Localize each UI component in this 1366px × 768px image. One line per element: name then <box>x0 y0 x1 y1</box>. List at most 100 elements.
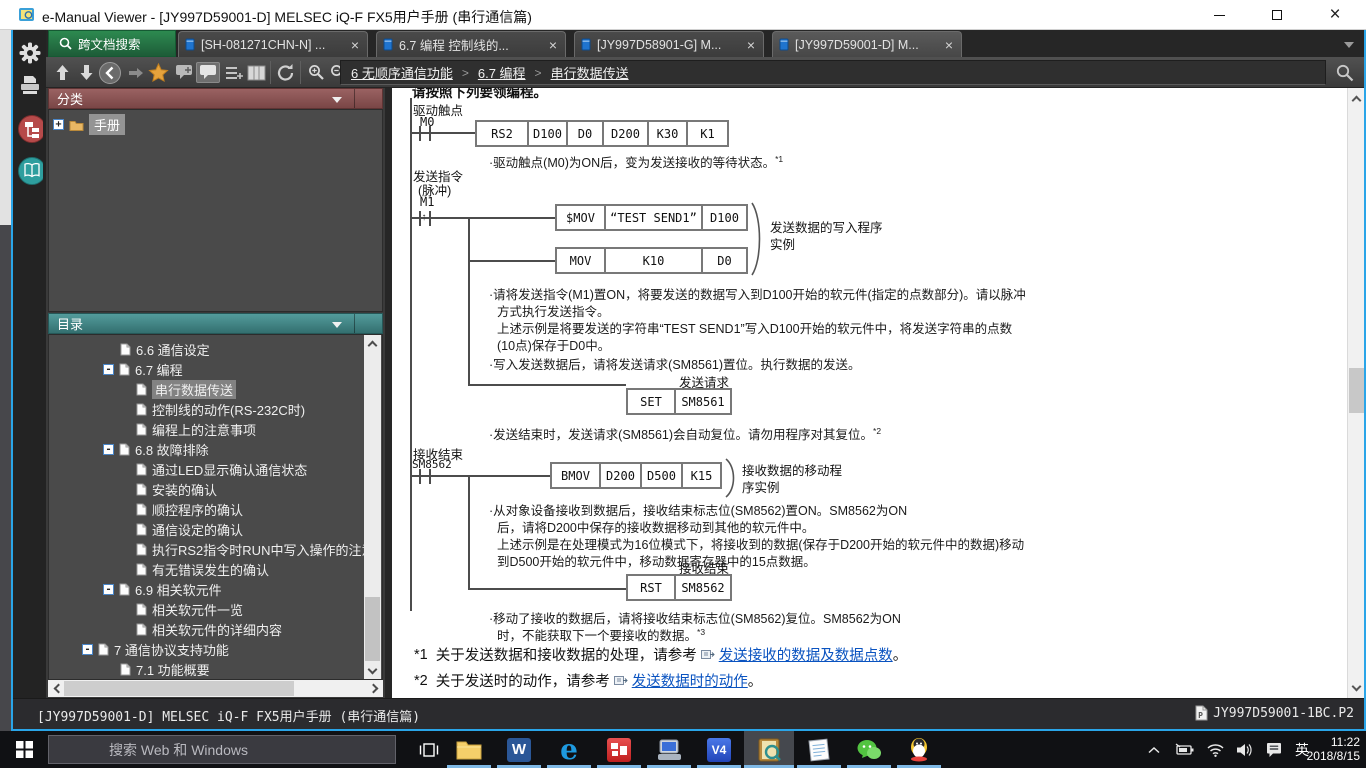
tab-list-dropdown-icon[interactable] <box>1344 42 1354 48</box>
reference-icon <box>614 675 628 686</box>
toc-panel-header[interactable]: 目录 <box>48 313 383 334</box>
toc-item[interactable]: 编程上的注意事项 <box>49 419 382 439</box>
toc-item[interactable]: 通信设定的确认 <box>49 519 382 539</box>
close-tab-icon[interactable]: × <box>745 37 757 53</box>
toc-item[interactable]: -6.9 相关软元件 <box>49 579 382 599</box>
taskbar-file-explorer[interactable] <box>444 731 494 768</box>
toc-item[interactable]: 7.1 功能概要 <box>49 659 382 679</box>
close-tab-icon[interactable]: × <box>349 37 361 53</box>
add-favorite-icon[interactable] <box>146 62 170 83</box>
collapse-toggle[interactable]: - <box>103 584 114 595</box>
taskbar-word[interactable]: W <box>494 731 544 768</box>
taskbar-v4-tool[interactable]: V4 <box>694 731 744 768</box>
expand-toggle[interactable]: + <box>53 119 64 130</box>
taskbar-clock[interactable]: 11:22 2018/8/15 <box>1298 735 1360 763</box>
settings-gear-icon[interactable] <box>17 40 43 66</box>
breadcrumb-section[interactable]: 6.7 编程 <box>478 63 526 82</box>
toc-item-selected[interactable]: 串行数据传送 <box>49 379 382 399</box>
maximize-button[interactable] <box>1254 0 1300 30</box>
toc-item[interactable]: 6.6 通信设定 <box>49 339 382 359</box>
taskbar-fax-viewer[interactable] <box>644 731 694 768</box>
scroll-down-icon[interactable] <box>364 662 381 679</box>
refresh-icon[interactable] <box>274 62 298 83</box>
back-icon[interactable] <box>98 62 122 83</box>
taskbar-e-manual-viewer-active[interactable] <box>744 731 794 768</box>
action-center-icon[interactable] <box>1261 731 1287 768</box>
taskbar-qq[interactable] <box>894 731 944 768</box>
sidebar-splitter[interactable] <box>385 88 392 698</box>
toc-item[interactable]: 顺控程序的确认 <box>49 499 382 519</box>
hidden-icons-chevron[interactable] <box>1142 731 1166 768</box>
add-comment-icon[interactable] <box>172 62 196 83</box>
breadcrumb-chapter[interactable]: 6 无顺序通信功能 <box>351 63 453 82</box>
footnote-link[interactable]: 发送接收的数据及数据点数 <box>719 644 893 665</box>
page-down-icon[interactable] <box>74 62 98 83</box>
toc-item[interactable]: 有无错误发生的确认 <box>49 559 382 579</box>
rung1-contact-name: M0 <box>420 115 434 129</box>
toc-item[interactable]: 安装的确认 <box>49 479 382 499</box>
taskbar-notepad[interactable] <box>794 731 844 768</box>
collapse-caret-icon[interactable] <box>332 97 342 103</box>
tab-document-1[interactable]: [SH-081271CHN-N] ... × <box>178 31 368 57</box>
print-icon[interactable] <box>17 72 43 98</box>
toc-item[interactable]: 通过LED显示确认通信状态 <box>49 459 382 479</box>
close-button[interactable]: × <box>1312 0 1358 30</box>
tab-document-3[interactable]: [JY997D58901-G] M... × <box>574 31 764 57</box>
volume-icon[interactable] <box>1231 731 1257 768</box>
toc-item[interactable]: 控制线的动作(RS-232C时) <box>49 399 382 419</box>
toc-tree: 6.6 通信设定 -6.7 编程 串行数据传送 控制线的动作(RS-232C时)… <box>48 334 383 680</box>
category-tree: + 手册 <box>48 109 383 312</box>
work-area: 分类 + 手册 目录 <box>46 88 1364 698</box>
footnote-link[interactable]: 发送数据时的动作 <box>632 670 748 691</box>
content-vertical-scrollbar[interactable] <box>1347 88 1364 698</box>
start-button[interactable] <box>0 731 48 768</box>
toc-item[interactable]: -6.8 故障排除 <box>49 439 382 459</box>
taskbar-dictionary[interactable] <box>594 731 644 768</box>
scroll-up-icon[interactable] <box>1348 90 1365 107</box>
layout-columns-icon[interactable] <box>244 62 268 83</box>
scroll-down-icon[interactable] <box>1348 679 1365 696</box>
taskbar-wechat[interactable] <box>844 731 894 768</box>
scroll-left-icon[interactable] <box>48 680 65 697</box>
toc-item[interactable]: 相关软元件的详细内容 <box>49 619 382 639</box>
close-tab-icon[interactable]: × <box>547 37 559 53</box>
battery-icon[interactable] <box>1172 731 1198 768</box>
scroll-up-icon[interactable] <box>364 335 381 352</box>
close-tab-icon[interactable]: × <box>943 37 955 53</box>
minimize-button[interactable] <box>1196 0 1242 30</box>
collapse-toggle[interactable]: - <box>82 644 93 655</box>
scrollbar-thumb[interactable] <box>365 597 380 661</box>
show-comments-icon[interactable] <box>196 62 220 83</box>
zoom-in-icon[interactable] <box>304 62 328 83</box>
manual-tree-icon[interactable] <box>17 116 43 142</box>
scrollbar-thumb[interactable] <box>64 681 294 696</box>
toc-item[interactable]: -6.7 编程 <box>49 359 382 379</box>
toc-vertical-scrollbar[interactable] <box>364 335 381 679</box>
scroll-right-icon[interactable] <box>366 680 383 697</box>
collapse-toggle[interactable]: - <box>103 364 114 375</box>
pulse-contact-icon <box>429 211 431 226</box>
toc-item[interactable]: 相关软元件一览 <box>49 599 382 619</box>
category-item-manuals[interactable]: + 手册 <box>53 114 125 135</box>
collapse-caret-icon[interactable] <box>332 322 342 328</box>
taskbar-edge[interactable]: e <box>544 731 594 768</box>
page-up-icon[interactable] <box>50 62 74 83</box>
footnote-2: *2 关于发送时的动作，请参考 发送数据时的动作 。 <box>414 670 762 691</box>
forward-icon[interactable] <box>124 62 148 83</box>
toc-horizontal-scrollbar[interactable] <box>48 680 383 697</box>
collapse-toggle[interactable]: - <box>103 444 114 455</box>
search-icon[interactable] <box>1330 60 1360 85</box>
breadcrumb-topic[interactable]: 串行数据传送 <box>551 63 629 82</box>
scrollbar-thumb[interactable] <box>1349 368 1364 413</box>
book-viewer-icon[interactable] <box>17 158 43 184</box>
cross-document-search-button[interactable]: 跨文档搜索 <box>48 30 176 57</box>
tab-document-4-active[interactable]: [JY997D59001-D] M... × <box>772 31 962 57</box>
screen: e-Manual Viewer - [JY997D59001-D] MELSEC… <box>0 0 1366 768</box>
tab-document-2[interactable]: 6.7 编程 控制线的... × <box>376 31 566 57</box>
toc-item[interactable]: -7 通信协议支持功能 <box>49 639 382 659</box>
toc-item[interactable]: 执行RS2指令时RUN中写入操作的注意 <box>49 539 382 559</box>
wifi-icon[interactable] <box>1202 731 1228 768</box>
taskbar-search-input[interactable]: 搜索 Web 和 Windows <box>48 735 396 764</box>
add-list-icon[interactable] <box>222 62 246 83</box>
category-panel-header[interactable]: 分类 <box>48 88 383 109</box>
